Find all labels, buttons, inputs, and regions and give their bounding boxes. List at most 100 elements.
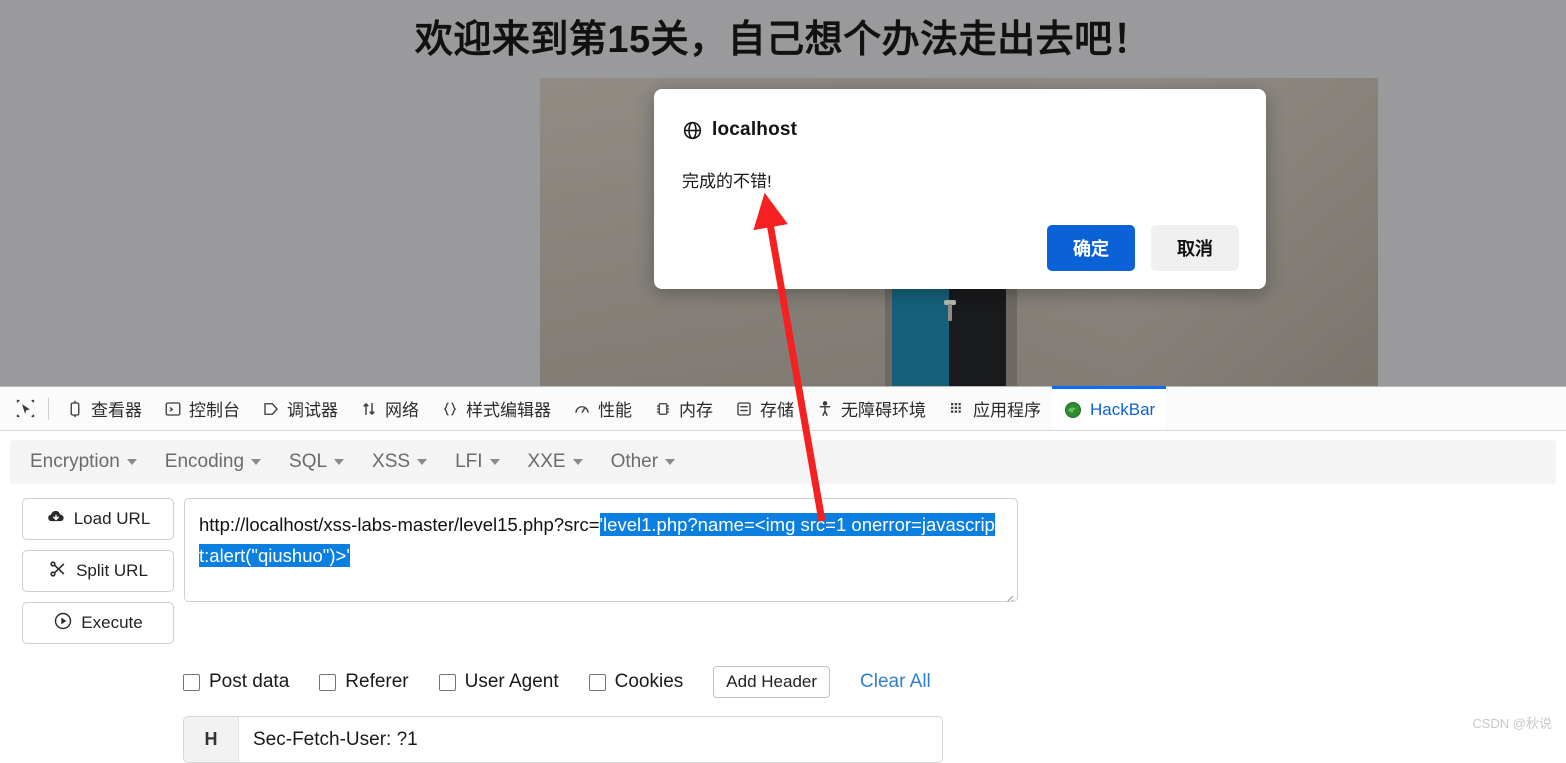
devtools-tab-memory[interactable]: 内存 bbox=[643, 387, 724, 431]
element-picker-icon[interactable] bbox=[8, 392, 42, 426]
dialog-message: 完成的不错! bbox=[682, 167, 1238, 192]
hackbar-action-buttons: Load URL Split URL bbox=[22, 498, 174, 644]
devtools-tab-label: 调试器 bbox=[287, 396, 338, 421]
network-icon bbox=[360, 400, 378, 418]
hackbar-menu-lfi[interactable]: LFI bbox=[455, 451, 499, 473]
devtools-tab-label: 网络 bbox=[385, 396, 419, 421]
devtools-tab-storage[interactable]: 存储 bbox=[724, 387, 805, 431]
hackbar-menu-encryption[interactable]: Encryption bbox=[30, 451, 137, 473]
door-right-panel bbox=[949, 276, 1006, 386]
menu-label: Encryption bbox=[30, 451, 120, 473]
door-left-panel bbox=[892, 276, 949, 386]
checkbox-post-data[interactable]: Post data bbox=[183, 671, 289, 693]
dialog-confirm-button[interactable]: 确定 bbox=[1047, 225, 1135, 271]
play-circle-icon bbox=[53, 611, 73, 636]
menu-label: Other bbox=[611, 451, 659, 473]
devtools-tab-label: 存储 bbox=[760, 396, 794, 421]
devtools-tab-hackbar[interactable]: HackBar bbox=[1052, 386, 1166, 430]
hackbar-icon bbox=[1063, 400, 1083, 420]
execute-button[interactable]: Execute bbox=[22, 602, 174, 644]
browser-content-area: 欢迎来到第15关，自己想个办法走出去吧！ localhost 完成的不错! 确定… bbox=[0, 0, 1566, 386]
door-handle-stem bbox=[948, 304, 952, 321]
devtools-tab-label: 控制台 bbox=[189, 396, 240, 421]
checkbox-label: User Agent bbox=[465, 671, 559, 693]
hackbar-menu-xxe[interactable]: XXE bbox=[528, 451, 583, 473]
watermark: CSDN @秋说 bbox=[1472, 713, 1552, 732]
style-editor-icon bbox=[441, 400, 459, 418]
checkbox-box[interactable] bbox=[439, 674, 456, 691]
chevron-down-icon bbox=[665, 459, 675, 465]
devtools-tab-debugger[interactable]: 调试器 bbox=[251, 387, 349, 431]
add-header-button[interactable]: Add Header bbox=[713, 666, 830, 698]
checkbox-user-agent[interactable]: User Agent bbox=[439, 671, 559, 693]
devtools-tab-label: 内存 bbox=[679, 396, 713, 421]
hackbar-main-row: Load URL Split URL bbox=[22, 498, 1566, 644]
menu-label: LFI bbox=[455, 451, 482, 473]
checkbox-box[interactable] bbox=[319, 674, 336, 691]
devtools-tab-network[interactable]: 网络 bbox=[349, 387, 430, 431]
devtools-tab-performance[interactable]: 性能 bbox=[562, 387, 643, 431]
checkbox-cookies[interactable]: Cookies bbox=[589, 671, 684, 693]
hackbar-menu-other[interactable]: Other bbox=[611, 451, 676, 473]
button-label: Split URL bbox=[76, 561, 148, 581]
textarea-resize-grip[interactable] bbox=[1000, 584, 1014, 598]
button-label: Execute bbox=[81, 613, 142, 633]
chevron-down-icon bbox=[127, 459, 137, 465]
devtools-tab-application[interactable]: 应用程序 bbox=[937, 387, 1052, 431]
hackbar-menubar: Encryption Encoding SQL XSS LFI XXE bbox=[10, 440, 1556, 484]
split-url-button[interactable]: Split URL bbox=[22, 550, 174, 592]
hackbar-menu-encoding[interactable]: Encoding bbox=[165, 451, 261, 473]
scissors-icon bbox=[48, 559, 68, 584]
checkbox-box[interactable] bbox=[183, 674, 200, 691]
dialog-origin-label: localhost bbox=[712, 119, 797, 141]
globe-icon bbox=[682, 120, 703, 141]
devtools-tab-style-editor[interactable]: 样式编辑器 bbox=[430, 387, 562, 431]
memory-icon bbox=[654, 400, 672, 418]
menu-label: XSS bbox=[372, 451, 410, 473]
checkbox-referer[interactable]: Referer bbox=[319, 671, 408, 693]
devtools-tab-label: 应用程序 bbox=[973, 396, 1041, 421]
url-input[interactable]: http://localhost/xss-labs-master/level15… bbox=[184, 498, 1018, 602]
application-icon bbox=[948, 400, 966, 418]
hackbar-panel: Encryption Encoding SQL XSS LFI XXE bbox=[0, 440, 1566, 763]
dialog-button-group: 确定 取消 bbox=[1047, 225, 1239, 271]
clear-all-link[interactable]: Clear All bbox=[860, 671, 931, 693]
storage-icon bbox=[735, 400, 753, 418]
url-prefix-text: http://localhost/xss-labs-master/level15… bbox=[199, 514, 600, 535]
debugger-icon bbox=[262, 400, 280, 418]
checkbox-box[interactable] bbox=[589, 674, 606, 691]
inspector-icon bbox=[66, 400, 84, 418]
menu-label: Encoding bbox=[165, 451, 244, 473]
hackbar-menu-sql[interactable]: SQL bbox=[289, 451, 344, 473]
hackbar-options-row: Post data Referer User Agent Cookies Add… bbox=[183, 666, 1566, 698]
checkbox-label: Post data bbox=[209, 671, 289, 693]
load-url-button[interactable]: Load URL bbox=[22, 498, 174, 540]
devtools-panel: 查看器 控制台 调试器 bbox=[0, 386, 1566, 740]
chevron-down-icon bbox=[573, 459, 583, 465]
devtools-tab-console[interactable]: 控制台 bbox=[153, 387, 251, 431]
menu-label: XXE bbox=[528, 451, 566, 473]
devtools-tab-accessibility[interactable]: 无障碍环境 bbox=[805, 387, 937, 431]
page-title: 欢迎来到第15关，自己想个办法走出去吧！ bbox=[0, 8, 1566, 63]
accessibility-icon bbox=[816, 400, 834, 418]
cloud-download-icon bbox=[46, 507, 66, 532]
checkbox-label: Cookies bbox=[615, 671, 684, 693]
chevron-down-icon bbox=[251, 459, 261, 465]
devtools-tab-inspector[interactable]: 查看器 bbox=[55, 387, 153, 431]
javascript-alert-dialog: localhost 完成的不错! 确定 取消 bbox=[654, 89, 1266, 289]
devtools-tab-label: 样式编辑器 bbox=[466, 396, 551, 421]
devtools-tabbar: 查看器 控制台 调试器 bbox=[0, 387, 1566, 431]
devtools-tab-label: HackBar bbox=[1090, 400, 1155, 420]
hackbar-menu-xss[interactable]: XSS bbox=[372, 451, 427, 473]
hackbar-url-wrapper: http://localhost/xss-labs-master/level15… bbox=[184, 498, 1018, 644]
chevron-down-icon bbox=[490, 459, 500, 465]
performance-icon bbox=[573, 400, 591, 418]
dialog-cancel-button[interactable]: 取消 bbox=[1151, 225, 1239, 271]
dialog-origin-row: localhost bbox=[682, 119, 1238, 141]
checkbox-label: Referer bbox=[345, 671, 408, 693]
menu-label: SQL bbox=[289, 451, 327, 473]
toolbar-divider bbox=[48, 398, 49, 420]
chevron-down-icon bbox=[417, 459, 427, 465]
button-label: Load URL bbox=[74, 509, 151, 529]
devtools-tab-label: 查看器 bbox=[91, 396, 142, 421]
